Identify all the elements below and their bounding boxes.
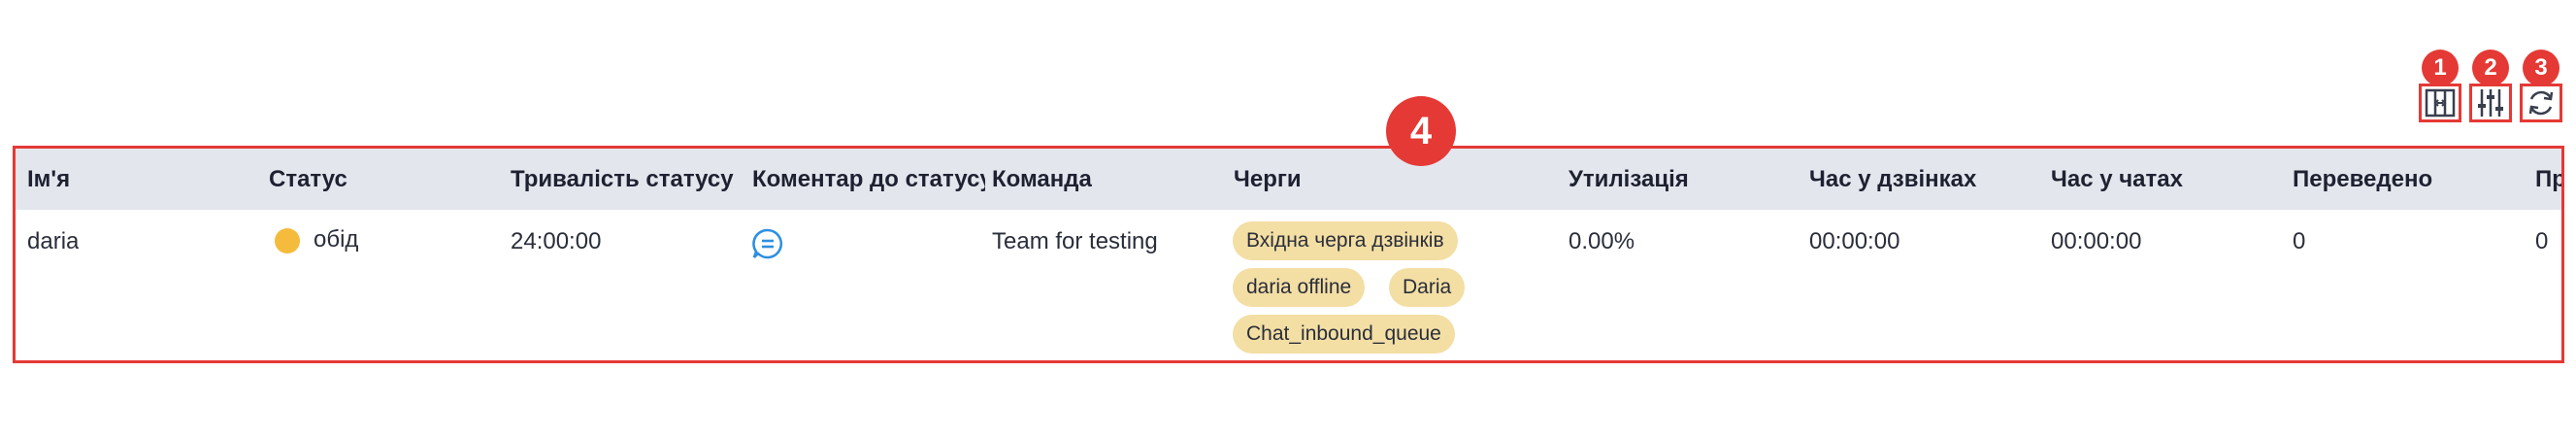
agents-table: Ім'я Статус Тривалість статусу Коментар … [13, 146, 2564, 363]
comment-button[interactable] [750, 226, 785, 268]
header-call-time[interactable]: Час у дзвінках [1809, 149, 2042, 210]
header-utilization[interactable]: Утилізація [1569, 149, 1801, 210]
queue-chip: Вхідна черга дзвінків [1233, 221, 1458, 260]
refresh-icon [2528, 90, 2554, 116]
page: 1 2 3 4 Ім'я Статус Тривалість статусу К… [0, 0, 2576, 439]
callout-badge: 2 [2472, 50, 2509, 86]
header-status-comment[interactable]: Коментар до статусу [752, 149, 985, 210]
status-indicator [275, 227, 300, 253]
header-transferred[interactable]: Переведено [2293, 149, 2526, 210]
header-truncated[interactable]: Пр [2535, 149, 2561, 210]
queue-chip: Daria [1389, 268, 1466, 307]
cell-name: daria [27, 228, 80, 254]
header-chat-time[interactable]: Час у чатах [2051, 149, 2284, 210]
expand-columns-icon [2425, 88, 2456, 118]
cell-transferred: 0 [2293, 228, 2306, 254]
column-settings-button[interactable]: 2 [2469, 50, 2512, 122]
table-callout-badge: 4 [1386, 96, 1456, 166]
cell-utilization: 0.00% [1569, 228, 1635, 254]
header-team[interactable]: Команда [992, 149, 1225, 210]
status-label: обід [314, 226, 359, 253]
queue-chip: Chat_inbound_queue [1233, 315, 1455, 354]
header-name[interactable]: Ім'я [27, 149, 260, 210]
refresh-button[interactable]: 3 [2520, 50, 2562, 122]
cell-chat-time: 00:00:00 [2051, 228, 2142, 254]
cell-status: обід [275, 226, 358, 253]
table-header: Ім'я Статус Тривалість статусу Коментар … [16, 149, 2561, 210]
chat-bubble-icon [752, 228, 783, 259]
callout-badge: 1 [2422, 50, 2459, 86]
header-queues[interactable]: Черги [1234, 149, 1554, 210]
cell-duration: 24:00:00 [511, 228, 602, 254]
queue-chip: daria offline [1233, 268, 1366, 307]
callout-badge: 3 [2523, 50, 2559, 86]
table-toolbar: 1 2 3 [2419, 50, 2562, 122]
cell-team: Team for testing [992, 228, 1158, 254]
header-status-duration[interactable]: Тривалість статусу [511, 149, 743, 210]
expand-columns-button[interactable]: 1 [2419, 50, 2461, 122]
sliders-icon [2478, 89, 2503, 117]
header-status[interactable]: Статус [269, 149, 502, 210]
cell-call-time: 00:00:00 [1809, 228, 1900, 254]
cell-truncated: 0 [2535, 228, 2549, 254]
